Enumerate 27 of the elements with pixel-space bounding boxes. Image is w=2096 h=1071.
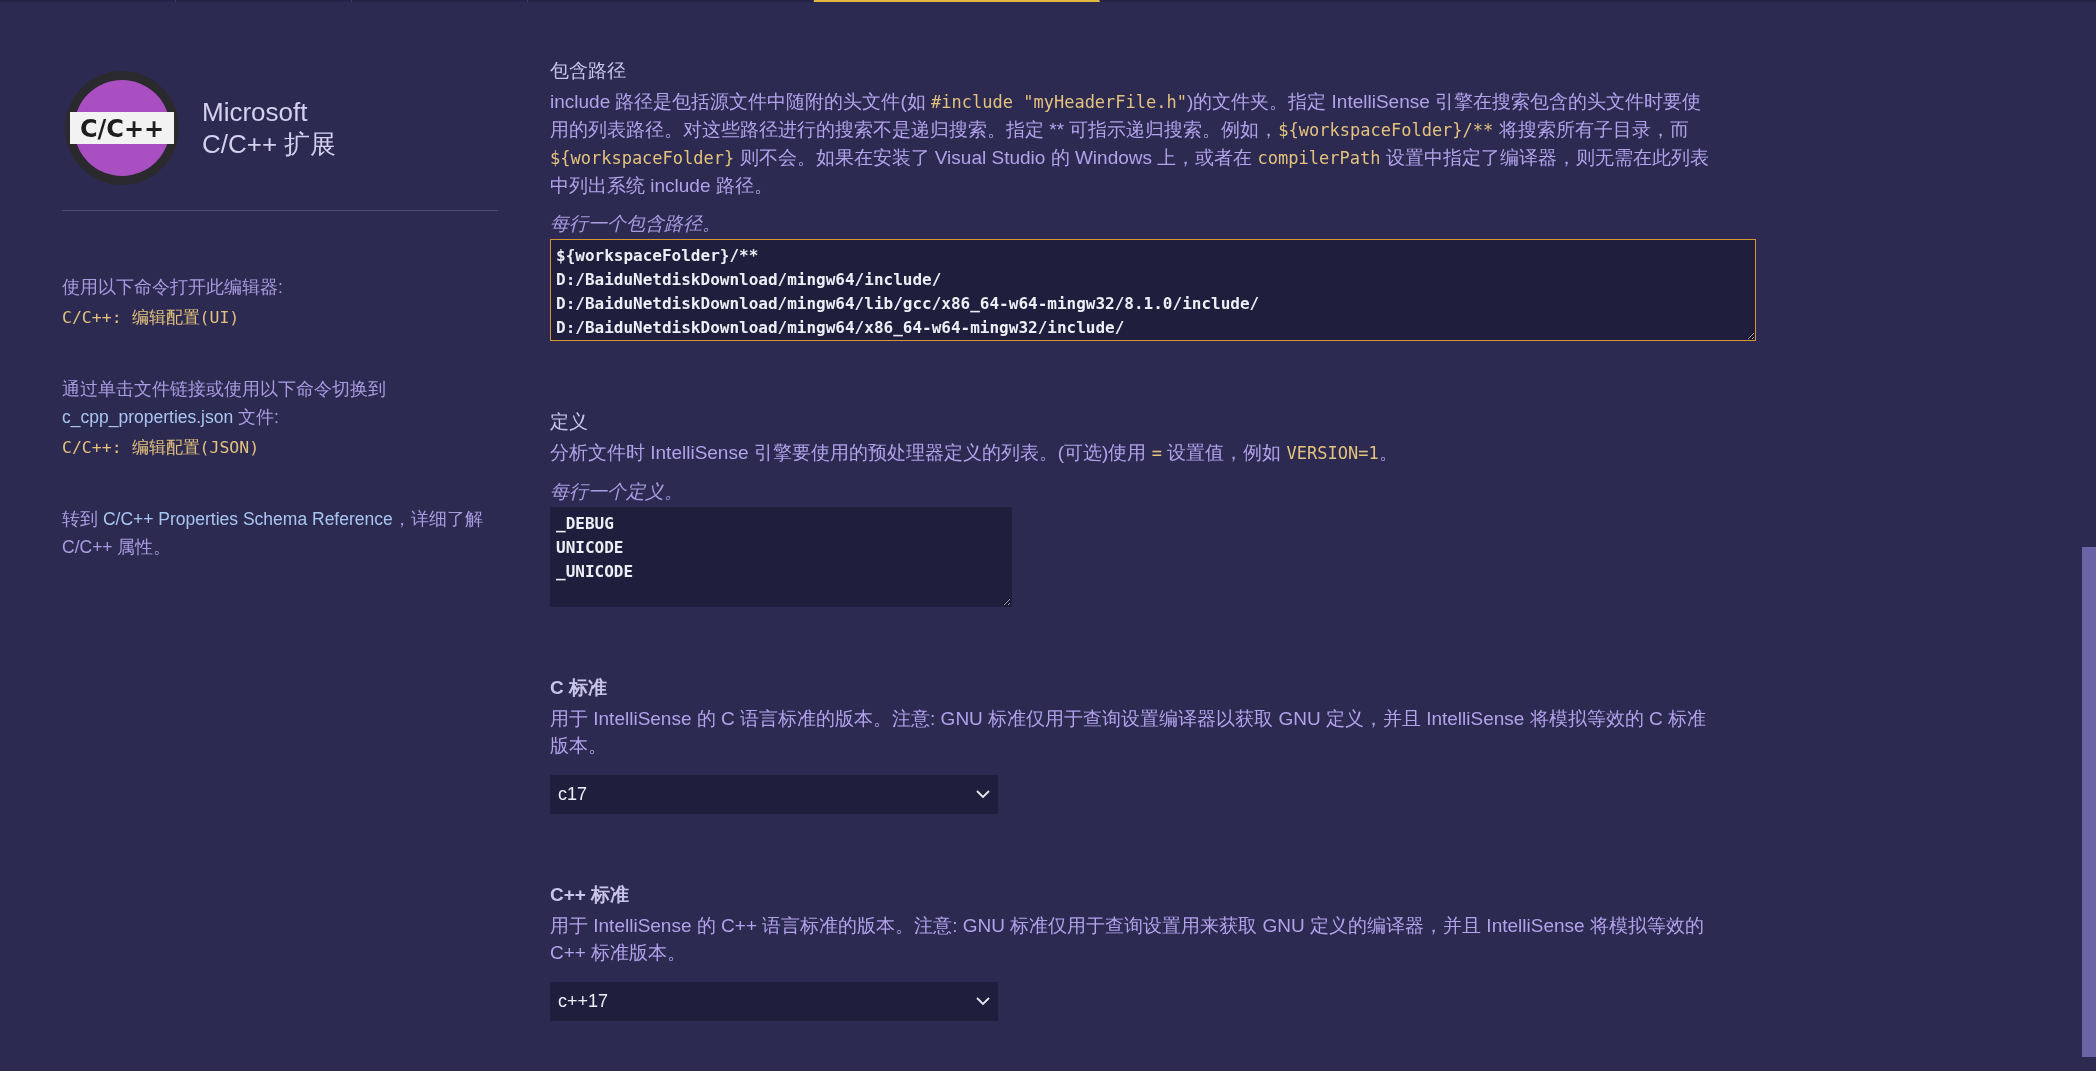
setting-description: 用于 IntelliSense 的 C++ 语言标准的版本。注意: GNU 标准仅用于查询设置用来获取 GNU 定义的编译器，并且 IntelliSense 将模拟等效的 C++ 标准版本。 — [550, 914, 1705, 965]
chevron-down-icon — [976, 790, 990, 799]
sidebar-text: 转到 C/C++ Properties Schema Reference，详细了解 C/C++ 属性。 — [62, 508, 484, 559]
setting-label: C 标准 — [550, 676, 608, 700]
command-text: C/C++: 编辑配置(JSON) — [62, 437, 261, 459]
scrollbar[interactable] — [2082, 547, 2096, 1057]
sidebar-text: 通过单击文件链接或使用以下命令切换到 c_cpp_properties.json 文件: — [62, 378, 387, 430]
setting-description: include 路径是包括源文件中随附的头文件(如 #include "myHeaderFile.h")的文件夹。指定 IntelliSense 引擎在搜索包含的头文件时要使用的列表路径。对这些路径进行的搜索不是递归搜索。指定 ** 可指示递归搜索。例如，${workspaceFolder}/** 将搜索所有子目录，而 ${workspaceFolder} 则不会。如果在安装了 Visual Studio 的 Windows 上，或者在 compilerPath 设置中指定了编译器，则无需在此列表中列出系统 include 路径。 — [550, 90, 1710, 198]
extension-logo: C/C++ — [62, 68, 182, 188]
link[interactable]: C/C++ Properties Schema Reference — [102, 509, 393, 529]
dropdown[interactable]: c++17 — [550, 982, 998, 1021]
setting-label: 定义 — [550, 410, 589, 434]
chevron-down-icon — [976, 997, 990, 1006]
sidebar-text: 使用以下命令打开此编辑器: — [62, 276, 284, 299]
extension-title: Microsoft — [202, 96, 309, 128]
field-hint: 每行一个包含路径。 — [550, 212, 722, 236]
setting-description: 分析文件时 IntelliSense 引擎要使用的预处理器定义的列表。(可选)使用 = 设置值，例如 VERSION=1。 — [550, 441, 1399, 465]
extension-title: C/C++ 扩展 — [202, 128, 337, 160]
field-hint: 每行一个定义。 — [550, 480, 684, 504]
list-field[interactable]: _DEBUG UNICODE _UNICODE — [550, 507, 1012, 607]
command-text: C/C++: 编辑配置(UI) — [62, 307, 241, 329]
setting-label: 包含路径 — [550, 59, 627, 83]
dropdown[interactable]: c17 — [550, 775, 998, 814]
setting-label: C++ 标准 — [550, 883, 631, 907]
list-field[interactable]: ${workspaceFolder}/** D:/BaiduNetdiskDownload/mingw64/include/ D:/BaiduNetdiskDownload/mingw64/lib/gcc/x86_64-w64-mingw32/8.1.0/include/ D:/BaiduNetdiskDownload/mingw64/x86_64-w64-mingw32/include/ — [550, 239, 1756, 341]
setting-description: 用于 IntelliSense 的 C 语言标准的版本。注意: GNU 标准仅用于查询设置编译器以获取 GNU 定义，并且 IntelliSense 将模拟等效的 C 标准版本。 — [550, 707, 1707, 758]
link[interactable]: c_cpp_properties.json — [62, 407, 234, 427]
